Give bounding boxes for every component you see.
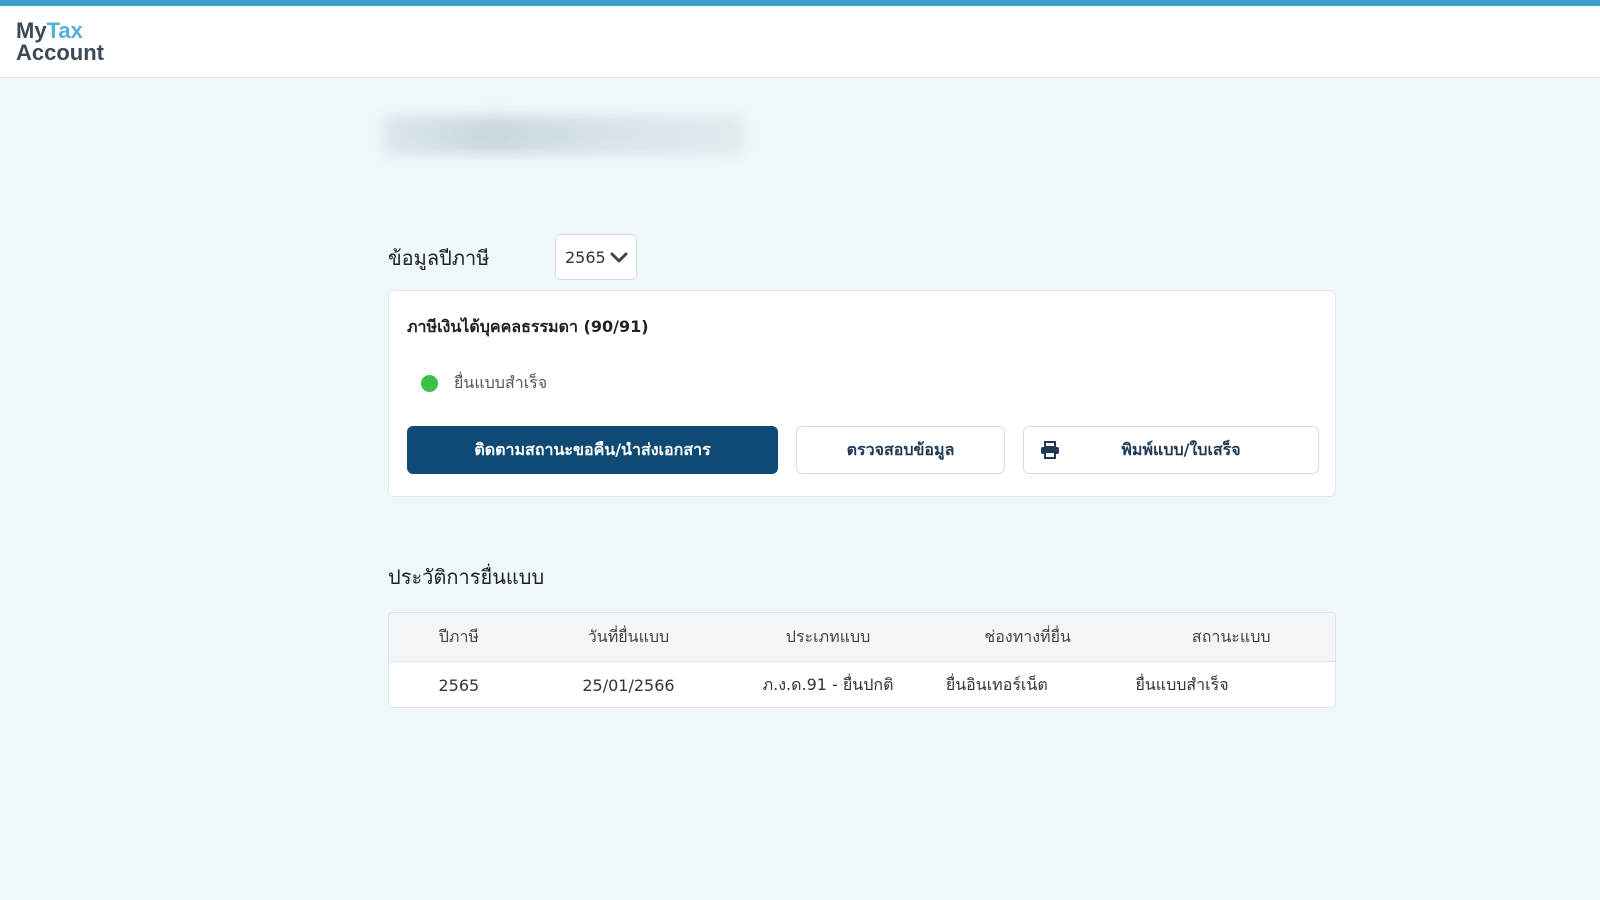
verify-info-button[interactable]: ตรวจสอบข้อมูล — [796, 426, 1005, 474]
tax-year-title: ข้อมูลปีภาษี — [388, 246, 490, 270]
logo-account: Account — [16, 40, 104, 65]
printer-icon — [1040, 441, 1060, 463]
table-cell: ภ.ง.ด.91 - ยื่นปกติ — [762, 674, 894, 694]
status-text: ยื่นแบบสำเร็จ — [454, 373, 548, 392]
status-dot-icon — [421, 375, 438, 392]
table-cell: 25/01/2566 — [582, 675, 675, 695]
chevron-down-icon — [610, 250, 628, 269]
column-header: สถานะแบบ — [1191, 626, 1271, 646]
filing-status: ยื่นแบบสำเร็จ — [421, 371, 547, 396]
table-cell: 2565 — [438, 675, 480, 695]
track-refund-button[interactable]: ติดตามสถานะขอคืน/นำส่งเอกสาร — [407, 426, 778, 474]
verify-info-label: ตรวจสอบข้อมูล — [846, 439, 955, 459]
print-form-label: พิมพ์แบบ/ใบเสร็จ — [1121, 439, 1241, 459]
column-header: ช่องทางที่ยื่น — [984, 626, 1071, 646]
table-cell: ยื่นแบบสำเร็จ — [1135, 674, 1229, 694]
track-refund-label: ติดตามสถานะขอคืน/นำส่งเอกสาร — [474, 439, 711, 459]
column-header: ปีภาษี — [438, 626, 479, 646]
header: MyTax Account — [0, 6, 1600, 78]
selected-year: 2565 — [565, 247, 606, 267]
card-title: ภาษีเงินได้บุคคลธรรมดา (90/91) — [407, 317, 649, 336]
column-header: ประเภทแบบ — [785, 626, 871, 646]
filing-history-table: ปีภาษี วันที่ยื่นแบบ ประเภทแบบ ช่องทางที… — [388, 612, 1336, 708]
filing-history-title: ประวัติการยื่นแบบ — [388, 565, 545, 589]
blurred-user-name — [384, 116, 744, 154]
tax-year-select[interactable]: 2565 — [555, 234, 637, 280]
table-header: ปีภาษี วันที่ยื่นแบบ ประเภทแบบ ช่องทางที… — [389, 613, 1335, 662]
tax-filing-card: ภาษีเงินได้บุคคลธรรมดา (90/91) ยื่นแบบสำ… — [388, 290, 1336, 497]
print-form-button[interactable]: พิมพ์แบบ/ใบเสร็จ — [1023, 426, 1319, 474]
column-header: วันที่ยื่นแบบ — [587, 626, 670, 646]
app-logo[interactable]: MyTax Account — [16, 20, 104, 64]
table-cell: ยื่นอินเทอร์เน็ต — [945, 674, 1048, 694]
table-row[interactable]: 2565 25/01/2566 ภ.ง.ด.91 - ยื่นปกติ ยื่น… — [389, 662, 1335, 707]
